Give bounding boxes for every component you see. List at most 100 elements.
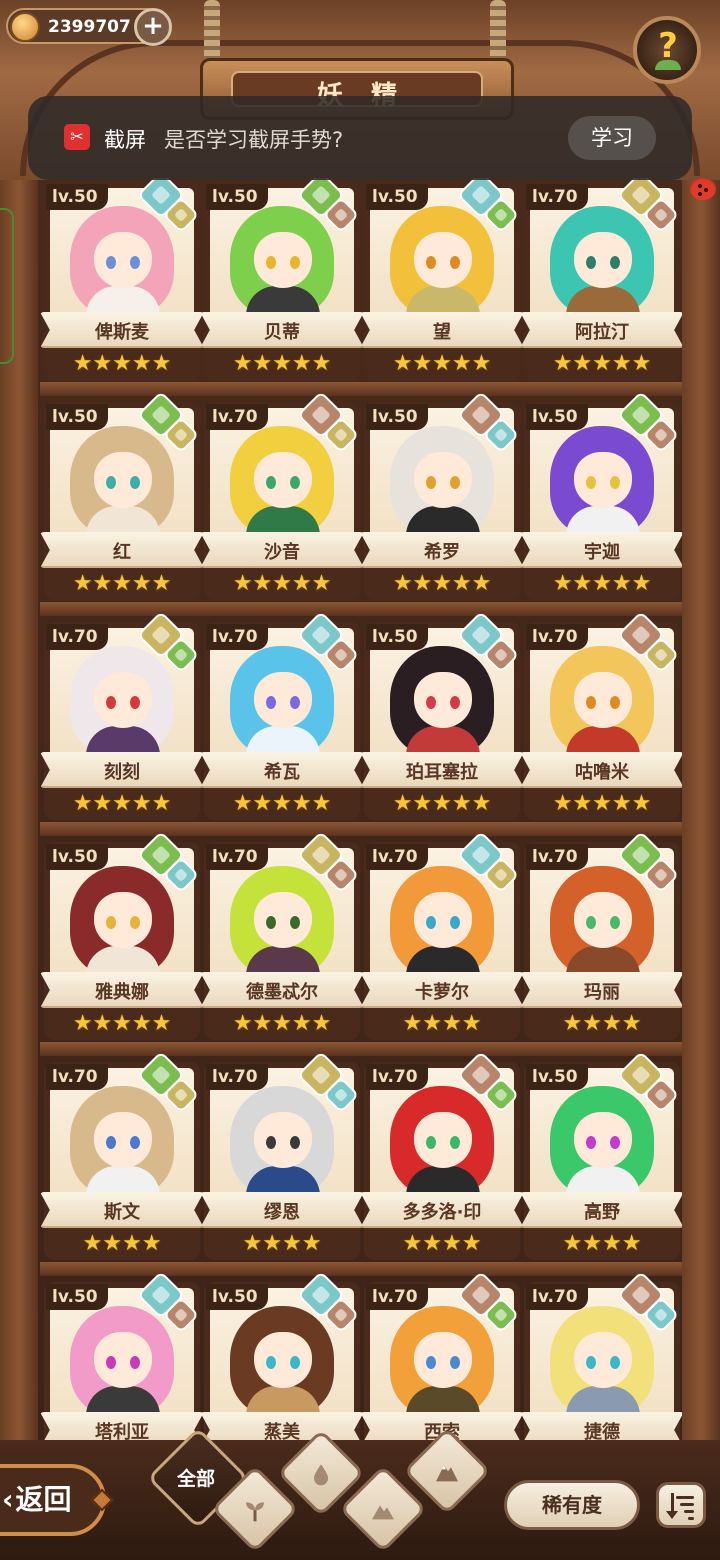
coin-icon bbox=[10, 12, 40, 42]
star-rating: ★★★★★ bbox=[552, 351, 652, 376]
fairy-name: 红 bbox=[113, 542, 131, 563]
fairy-name: 咕噜米 bbox=[575, 762, 629, 783]
fairy-card[interactable]: lv.50 雅典娜 ★★★★★ bbox=[40, 830, 204, 1048]
fairy-card[interactable]: lv.70 沙音 ★★★★★ bbox=[200, 390, 364, 608]
screenshot-notification: ✂ 截屏 是否学习截屏手势? 学习 bbox=[28, 96, 692, 180]
fairy-face bbox=[574, 232, 632, 288]
fairy-card[interactable]: lv.50 希罗 ★★★★★ bbox=[360, 390, 524, 608]
fairy-eye bbox=[426, 696, 436, 709]
fairy-card[interactable]: lv.50 贝蒂 ★★★★★ bbox=[200, 178, 364, 388]
notification-app-name: 截屏 bbox=[104, 128, 146, 152]
fairy-eye bbox=[450, 1356, 460, 1369]
fairy-face bbox=[94, 892, 152, 948]
fairy-eye bbox=[106, 696, 116, 709]
fairy-eye bbox=[130, 256, 140, 269]
game-screen: 2399707 + 妖精 ? lv.50 俾斯麦 bbox=[0, 0, 720, 1560]
fairy-card[interactable]: lv.70 多多洛·印 ★★★★ bbox=[360, 1050, 524, 1268]
fairy-card[interactable]: lv.70 卡萝尔 ★★★★ bbox=[360, 830, 524, 1048]
fairy-card[interactable]: lv.50 红 ★★★★★ bbox=[40, 390, 204, 608]
fairy-name: 贝蒂 bbox=[264, 322, 300, 343]
fairy-card[interactable]: lv.70 希瓦 ★★★★★ bbox=[200, 610, 364, 828]
sort-rarity-button[interactable]: 稀有度 bbox=[504, 1480, 640, 1530]
fairy-eye bbox=[426, 256, 436, 269]
name-ribbon: 希瓦 bbox=[200, 752, 364, 788]
level-badge: lv.70 bbox=[46, 624, 108, 650]
fairy-eye bbox=[610, 1136, 620, 1149]
fairy-face bbox=[414, 892, 472, 948]
sort-order-icon bbox=[666, 1493, 678, 1519]
question-icon: ? bbox=[658, 26, 678, 66]
learn-button[interactable]: 学习 bbox=[568, 116, 656, 160]
chevron-left-icon: ‹ bbox=[2, 1483, 14, 1516]
fairy-card[interactable]: lv.50 望 ★★★★★ bbox=[360, 178, 524, 388]
fairy-eye bbox=[450, 696, 460, 709]
name-ribbon: 珀耳塞拉 bbox=[360, 752, 524, 788]
fairy-eye bbox=[106, 476, 116, 489]
fairy-eye bbox=[290, 916, 300, 929]
plus-icon[interactable]: + bbox=[134, 8, 172, 46]
back-button[interactable]: ‹返回 bbox=[0, 1464, 114, 1536]
fairy-name: 俾斯麦 bbox=[95, 322, 149, 343]
fairy-card[interactable]: lv.70 德墨忒尔 ★★★★★ bbox=[200, 830, 364, 1048]
fairy-eye bbox=[450, 476, 460, 489]
fairy-eye bbox=[266, 1136, 276, 1149]
level-badge: lv.50 bbox=[46, 1284, 108, 1310]
star-rating: ★★★★★ bbox=[232, 1011, 332, 1036]
name-ribbon: 沙音 bbox=[200, 532, 364, 568]
fairy-card[interactable]: lv.50 宇迦 ★★★★★ bbox=[520, 390, 682, 608]
fairy-eye bbox=[426, 1136, 436, 1149]
name-ribbon: 卡萝尔 bbox=[360, 972, 524, 1008]
filter-all-label: 全部 bbox=[177, 1468, 216, 1490]
notification-message: 是否学习截屏手势? bbox=[164, 128, 344, 152]
fairy-face bbox=[254, 232, 312, 288]
fairy-face bbox=[254, 892, 312, 948]
level-badge: lv.50 bbox=[46, 404, 108, 430]
fairy-card[interactable]: lv.70 刻刻 ★★★★★ bbox=[40, 610, 204, 828]
fairy-eye bbox=[586, 256, 596, 269]
star-rating: ★★★★ bbox=[562, 1011, 642, 1036]
fairy-eye bbox=[290, 256, 300, 269]
mountain-filter-icon bbox=[370, 1497, 396, 1523]
level-badge: lv.70 bbox=[206, 624, 268, 650]
fairy-face bbox=[254, 672, 312, 728]
name-ribbon: 咕噜米 bbox=[520, 752, 682, 788]
name-ribbon: 宇迦 bbox=[520, 532, 682, 568]
star-rating: ★★★★★ bbox=[552, 791, 652, 816]
fairy-name: 卡萝尔 bbox=[415, 982, 469, 1003]
fairy-eye bbox=[450, 256, 460, 269]
fairy-eye bbox=[610, 1356, 620, 1369]
fairy-face bbox=[254, 1112, 312, 1168]
help-button[interactable]: ? bbox=[633, 16, 701, 84]
name-ribbon: 红 bbox=[40, 532, 204, 568]
fairy-card[interactable]: lv.50 俾斯麦 ★★★★★ bbox=[40, 178, 204, 388]
level-badge: lv.70 bbox=[46, 1064, 108, 1090]
name-ribbon: 斯文 bbox=[40, 1192, 204, 1228]
star-rating: ★★★★★ bbox=[232, 571, 332, 596]
fairy-card[interactable]: lv.70 斯文 ★★★★ bbox=[40, 1050, 204, 1268]
fairy-face bbox=[414, 672, 472, 728]
fairy-face bbox=[94, 452, 152, 508]
fairy-card[interactable]: lv.70 缪恩 ★★★★ bbox=[200, 1050, 364, 1268]
level-badge: lv.50 bbox=[46, 844, 108, 870]
fairy-card[interactable]: lv.50 高野 ★★★★ bbox=[520, 1050, 682, 1268]
fairy-eye bbox=[450, 916, 460, 929]
fairy-face bbox=[414, 1112, 472, 1168]
name-ribbon: 雅典娜 bbox=[40, 972, 204, 1008]
fairy-face bbox=[574, 1332, 632, 1388]
sprout-icon bbox=[655, 60, 681, 70]
fairy-card[interactable]: lv.70 玛丽 ★★★★ bbox=[520, 830, 682, 1048]
fairy-card[interactable]: lv.50 珀耳塞拉 ★★★★★ bbox=[360, 610, 524, 828]
star-rating: ★★★★ bbox=[402, 1011, 482, 1036]
star-rating: ★★★★★ bbox=[392, 791, 492, 816]
fairy-face bbox=[414, 232, 472, 288]
sort-order-button[interactable] bbox=[656, 1482, 706, 1528]
level-badge: lv.70 bbox=[526, 844, 588, 870]
star-rating: ★★★★ bbox=[242, 1231, 322, 1256]
name-ribbon: 阿拉汀 bbox=[520, 312, 682, 348]
fairy-eye bbox=[290, 476, 300, 489]
fairy-card[interactable]: lv.70 咕噜米 ★★★★★ bbox=[520, 610, 682, 828]
fairy-card[interactable]: lv.70 阿拉汀 ★★★★★ bbox=[520, 178, 682, 388]
fairy-eye bbox=[610, 696, 620, 709]
fairy-face bbox=[254, 452, 312, 508]
fairy-face bbox=[254, 1332, 312, 1388]
